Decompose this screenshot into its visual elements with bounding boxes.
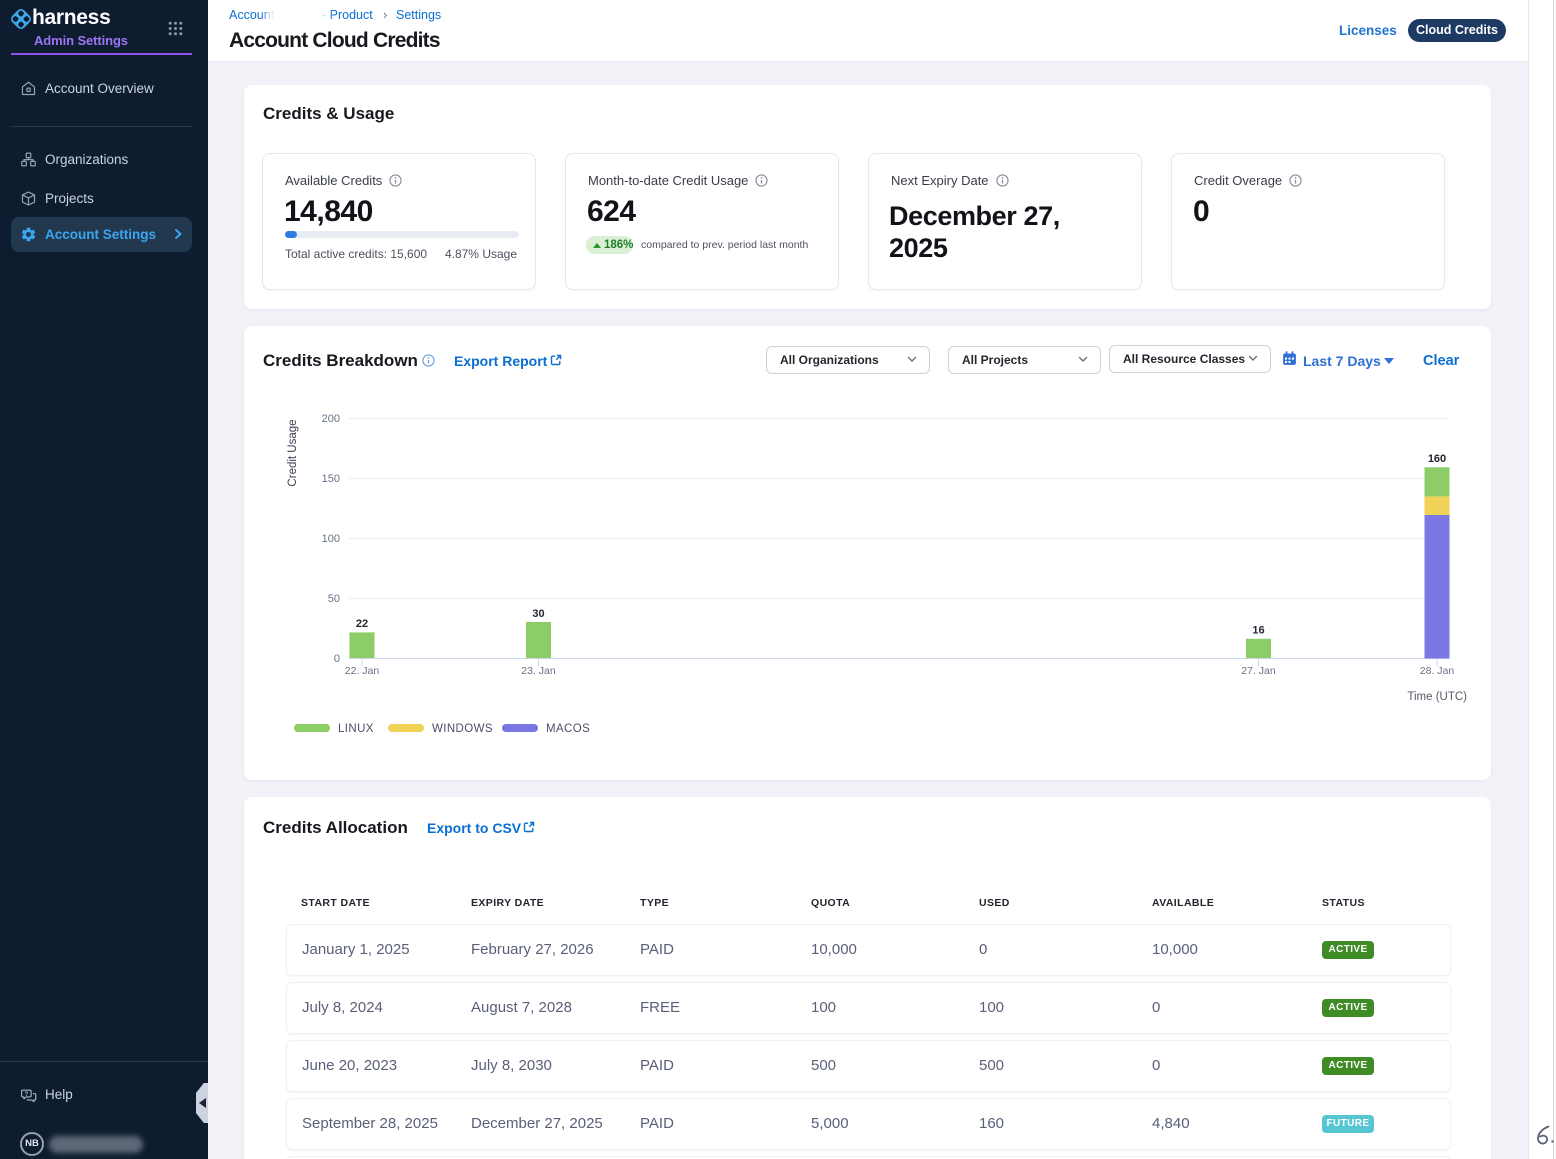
svg-text:23. Jan: 23. Jan: [521, 665, 556, 677]
svg-text:22: 22: [356, 618, 368, 630]
svg-text:Credit Usage: Credit Usage: [287, 419, 299, 486]
svg-text:50: 50: [328, 593, 340, 605]
svg-text:200: 200: [322, 413, 340, 425]
svg-text:27. Jan: 27. Jan: [1241, 665, 1276, 677]
svg-text:150: 150: [322, 473, 340, 485]
svg-text:160: 160: [1428, 453, 1446, 465]
svg-text:30: 30: [532, 608, 544, 620]
svg-text:16: 16: [1252, 625, 1264, 637]
svg-text:22. Jan: 22. Jan: [345, 665, 380, 677]
svg-text:?: ?: [25, 1092, 29, 1098]
svg-text:Time (UTC): Time (UTC): [1407, 691, 1467, 703]
svg-text:0: 0: [334, 653, 340, 665]
svg-text:28. Jan: 28. Jan: [1420, 665, 1455, 677]
svg-text:100: 100: [322, 533, 340, 545]
